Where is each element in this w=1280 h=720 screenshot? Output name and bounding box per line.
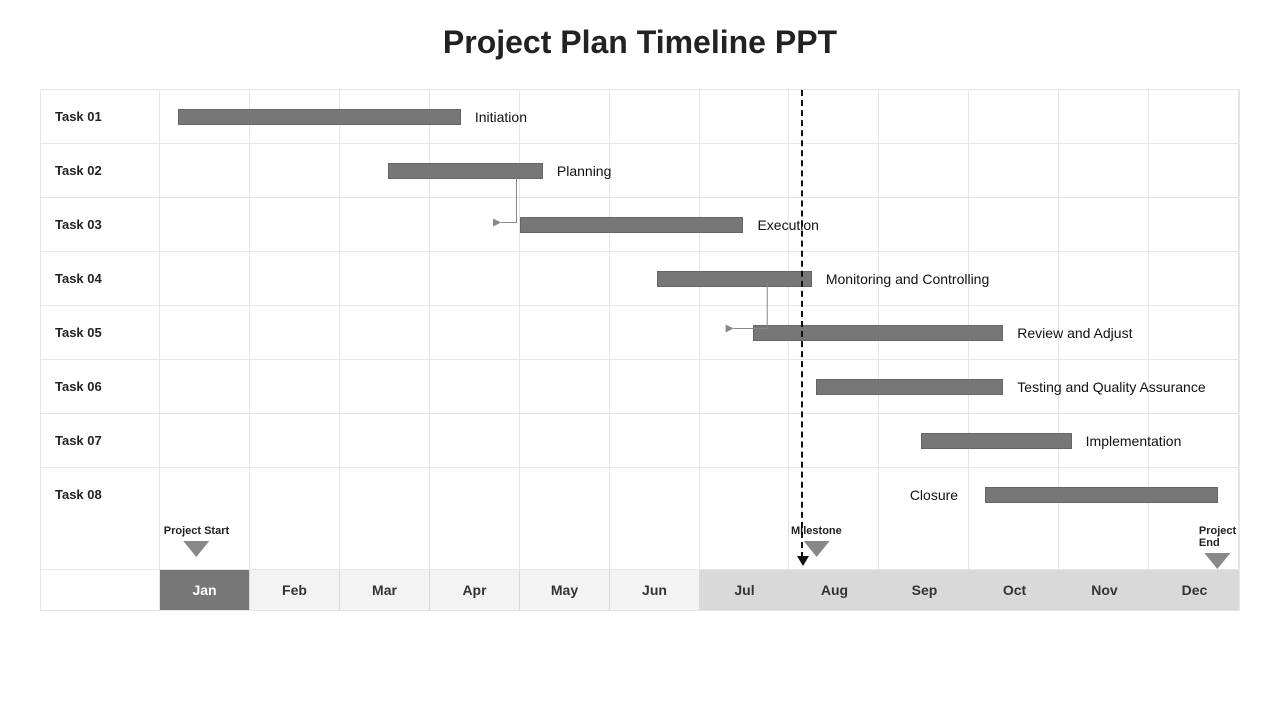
marker-label: Project Start xyxy=(164,525,229,537)
timeline-marker: Project Start xyxy=(164,525,229,557)
marker-label: Project End xyxy=(1199,525,1236,549)
page-title: Project Plan Timeline PPT xyxy=(40,24,1240,61)
month-cell: Jan xyxy=(160,570,250,610)
month-cell: Oct xyxy=(970,570,1060,610)
connector-arrow-icon xyxy=(41,90,1239,514)
timeline-marker: MIlestone xyxy=(791,525,842,557)
milestone-line-icon xyxy=(801,90,803,558)
month-cell: May xyxy=(520,570,610,610)
month-cell: Aug xyxy=(790,570,880,610)
marker-label: MIlestone xyxy=(791,525,842,537)
months-row-label xyxy=(41,570,160,610)
markers-grid: Project Start MIlestone Project End xyxy=(160,521,1239,569)
timeline-marker: Project End xyxy=(1199,525,1236,569)
markers-row: Project Start MIlestone Project End xyxy=(41,521,1239,570)
month-cell: Mar xyxy=(340,570,430,610)
month-cell: Nov xyxy=(1060,570,1150,610)
marker-triangle-icon xyxy=(183,541,209,557)
month-cell: Sep xyxy=(880,570,970,610)
month-cell: Feb xyxy=(250,570,340,610)
month-cell: Dec xyxy=(1150,570,1239,610)
month-cell: Apr xyxy=(430,570,520,610)
months-grid: JanFebMarAprMayJunJulAugSepOctNovDec xyxy=(160,570,1239,610)
markers-row-label xyxy=(41,521,160,569)
gantt-chart: Task 01InitiationTask 02PlanningTask 03E… xyxy=(40,89,1240,611)
months-row: JanFebMarAprMayJunJulAugSepOctNovDec xyxy=(41,570,1239,610)
month-cell: Jul xyxy=(700,570,790,610)
month-cell: Jun xyxy=(610,570,700,610)
marker-triangle-icon xyxy=(1205,553,1231,569)
marker-triangle-icon xyxy=(803,541,829,557)
